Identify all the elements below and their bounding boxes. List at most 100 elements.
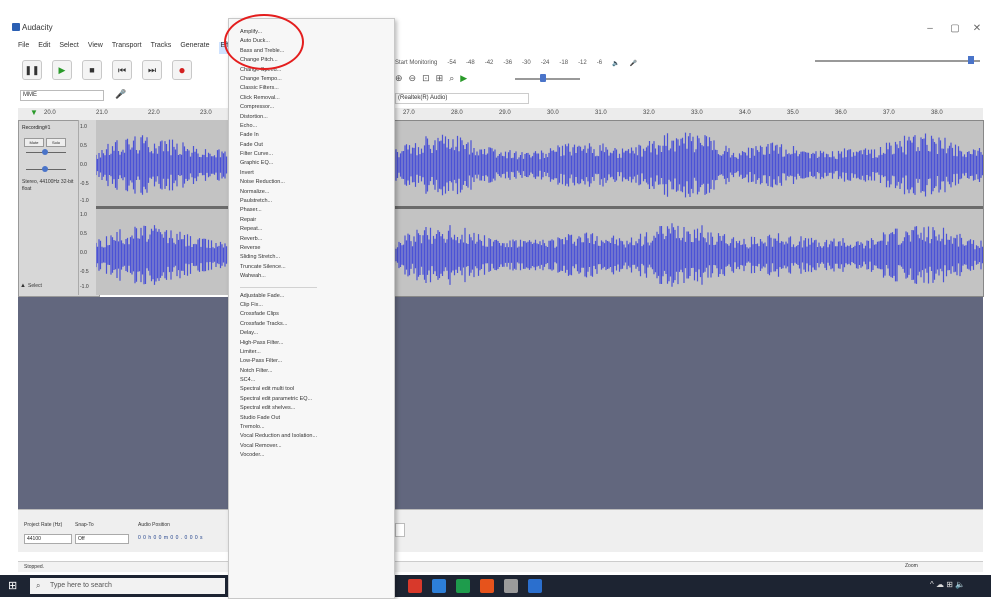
- taskbar-app-icon[interactable]: [480, 579, 494, 593]
- project-rate-select[interactable]: 44100: [24, 534, 72, 544]
- close-icon[interactable]: ✕: [972, 24, 982, 34]
- collapse-icon[interactable]: ▲: [20, 283, 26, 289]
- effect-menu-item[interactable]: Distortion...: [240, 113, 317, 122]
- track-name-menu[interactable]: Recording#1: [22, 125, 50, 131]
- effect-menu-item[interactable]: Notch Filter...: [240, 367, 317, 376]
- fit-project-icon[interactable]: ⊞: [436, 73, 444, 84]
- menu-generate[interactable]: Generate: [180, 42, 209, 54]
- effect-menu-item[interactable]: Truncate Silence...: [240, 263, 317, 272]
- effect-menu-item[interactable]: Paulstretch...: [240, 197, 317, 206]
- effect-menu-item[interactable]: Clip Fix...: [240, 301, 317, 310]
- scale-label: 0.0: [80, 250, 87, 256]
- play-button[interactable]: ▶: [52, 60, 72, 80]
- system-tray[interactable]: ^ ☁ ⊞ 🔈: [930, 580, 965, 589]
- effect-menu-item[interactable]: Click Removal...: [240, 94, 317, 103]
- menu-select[interactable]: Select: [59, 42, 78, 54]
- effect-menu-item[interactable]: Vocal Reduction and Isolation...: [240, 432, 317, 441]
- taskbar-app-icon[interactable]: [504, 579, 518, 593]
- effect-menu-item[interactable]: Limiter...: [240, 348, 317, 357]
- effect-menu-item[interactable]: Wahwah...: [240, 272, 317, 281]
- volume-slider-handle[interactable]: [968, 56, 974, 64]
- effect-menu-item[interactable]: Classic Filters...: [240, 84, 317, 93]
- effect-menu-item[interactable]: Compressor...: [240, 103, 317, 112]
- effect-menu-item[interactable]: Sliding Stretch...: [240, 253, 317, 262]
- taskbar-search-input[interactable]: Type here to search: [30, 578, 225, 594]
- record-button[interactable]: ●: [172, 60, 192, 80]
- zoom-in-icon[interactable]: ⊕: [395, 73, 403, 84]
- effect-menu-item[interactable]: Graphic EQ...: [240, 159, 317, 168]
- fit-selection-icon[interactable]: ⊡: [422, 73, 430, 84]
- scale-label: 1.0: [80, 212, 87, 218]
- play-speed-slider-handle[interactable]: [540, 74, 546, 82]
- windows-start-icon[interactable]: ⊞: [8, 580, 20, 592]
- track-pan-handle[interactable]: [42, 166, 48, 172]
- track-gain-handle[interactable]: [42, 149, 48, 155]
- pause-icon: ❚❚: [24, 64, 40, 75]
- effect-menu-item[interactable]: Noise Reduction...: [240, 178, 317, 187]
- taskbar-app-icon[interactable]: [408, 579, 422, 593]
- effect-menu-item[interactable]: Spectral edit parametric EQ...: [240, 395, 317, 404]
- track-solo-button[interactable]: Solo: [46, 138, 66, 147]
- play-speed-slider[interactable]: [515, 78, 580, 80]
- zoom-toggle-icon[interactable]: ⌕: [449, 73, 454, 84]
- volume-slider[interactable]: [815, 60, 980, 62]
- effect-menu-item[interactable]: Crossfade Tracks...: [240, 320, 317, 329]
- meter-tick: -42: [484, 60, 494, 66]
- track-mute-button[interactable]: Mute: [24, 138, 44, 147]
- effect-menu-item[interactable]: Crossfade Clips: [240, 310, 317, 319]
- menu-file[interactable]: File: [18, 42, 29, 54]
- effect-menu-item[interactable]: Vocal Remover...: [240, 442, 317, 451]
- menu-transport[interactable]: Transport: [112, 42, 142, 54]
- effect-menu-item[interactable]: SC4...: [240, 376, 317, 385]
- maximize-icon[interactable]: ▢: [950, 24, 960, 34]
- menu-edit[interactable]: Edit: [38, 42, 50, 54]
- effect-menu-item[interactable]: Filter Curve...: [240, 150, 317, 159]
- taskbar-app-icon[interactable]: [456, 579, 470, 593]
- skip-to-end-button[interactable]: ⏭: [142, 60, 162, 80]
- effect-menu-item[interactable]: Spectral edit multi tool: [240, 385, 317, 394]
- zoom-out-icon[interactable]: ⊖: [409, 73, 417, 84]
- effect-menu-item[interactable]: Reverb...: [240, 235, 317, 244]
- taskbar-app-icon[interactable]: [528, 579, 542, 593]
- effect-menu-item[interactable]: Fade In: [240, 131, 317, 140]
- audio-position-field[interactable]: 0 0 h 0 0 m 0 0 . 0 0 0 s: [138, 534, 223, 542]
- meter-tick: -54: [447, 60, 457, 66]
- selection-toolbar-control[interactable]: [395, 523, 405, 537]
- stop-button[interactable]: ■: [82, 60, 102, 80]
- taskbar-app-icon[interactable]: [432, 579, 446, 593]
- empty-track-area[interactable]: [18, 297, 228, 509]
- effect-menu-item[interactable]: Adjustable Fade...: [240, 292, 317, 301]
- effect-menu-item[interactable]: Tremolo...: [240, 423, 317, 432]
- scale-label: 0.0: [80, 162, 87, 168]
- recording-meter[interactable]: Start Monitoring -54 -48 -42 -36 -30 -24…: [395, 56, 985, 70]
- effect-menu-item[interactable]: Vocoder...: [240, 451, 317, 460]
- effect-menu-item[interactable]: Low-Pass Filter...: [240, 357, 317, 366]
- menu-view[interactable]: View: [88, 42, 103, 54]
- play-at-speed-icon[interactable]: ▶: [460, 73, 467, 84]
- playback-device-select[interactable]: (Realtek(R) Audio): [395, 93, 529, 104]
- effect-menu-item[interactable]: High-Pass Filter...: [240, 339, 317, 348]
- menu-tracks[interactable]: Tracks: [151, 42, 172, 54]
- effect-menu-item[interactable]: Reverse: [240, 244, 317, 253]
- effect-menu-item[interactable]: Spectral edit shelves...: [240, 404, 317, 413]
- skip-to-start-button[interactable]: ⏮: [112, 60, 132, 80]
- effect-menu-item[interactable]: Phaser...: [240, 206, 317, 215]
- track-format-info: Stereo, 44100Hz 32-bit float: [22, 179, 74, 192]
- effect-menu-item[interactable]: Echo...: [240, 122, 317, 131]
- effect-menu-item[interactable]: Repair: [240, 216, 317, 225]
- effect-menu-item[interactable]: Normalize...: [240, 188, 317, 197]
- track-select-button[interactable]: Select: [28, 283, 42, 289]
- playhead-icon[interactable]: ▼: [30, 108, 38, 117]
- effect-menu-item[interactable]: Studio Fade Out: [240, 414, 317, 423]
- effect-menu-item[interactable]: Fade Out: [240, 141, 317, 150]
- snap-to-select[interactable]: Off: [75, 534, 129, 544]
- ruler-tick: 38.0: [931, 110, 943, 116]
- minimize-icon[interactable]: –: [925, 24, 935, 34]
- effect-menu-item[interactable]: Change Tempo...: [240, 75, 317, 84]
- effect-menu-item[interactable]: Repeat...: [240, 225, 317, 234]
- audio-host-select[interactable]: MME: [20, 90, 104, 101]
- effect-menu-item[interactable]: Delay...: [240, 329, 317, 338]
- empty-track-area[interactable]: [393, 297, 983, 509]
- pause-button[interactable]: ❚❚: [22, 60, 42, 80]
- effect-menu-item[interactable]: Invert: [240, 169, 317, 178]
